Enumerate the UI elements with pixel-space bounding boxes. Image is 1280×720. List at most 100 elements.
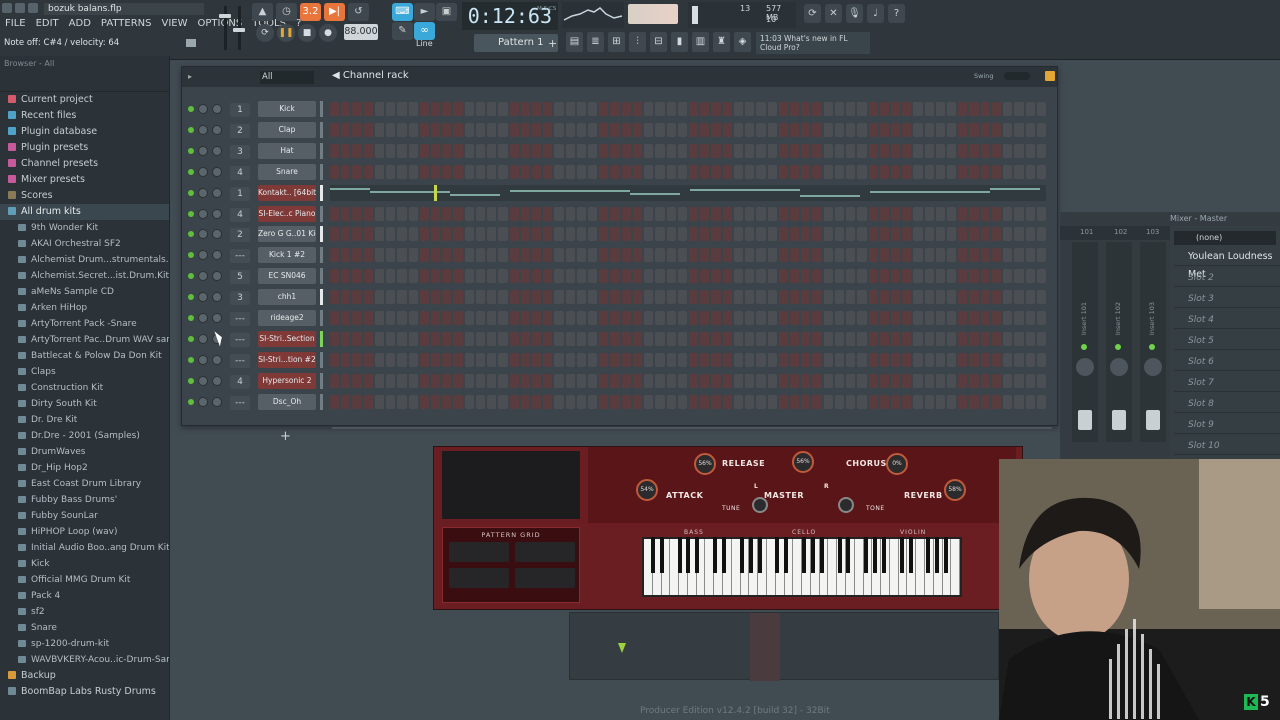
step-button[interactable] <box>857 373 867 388</box>
step-button[interactable] <box>509 143 519 158</box>
step-button[interactable] <box>1003 164 1013 179</box>
black-key[interactable] <box>926 537 931 573</box>
step-button[interactable] <box>666 227 676 242</box>
step-button[interactable] <box>621 122 631 137</box>
step-button[interactable] <box>846 352 856 367</box>
channel-name-button[interactable]: SI-Stri..Section <box>258 330 316 347</box>
step-button[interactable] <box>599 394 609 409</box>
step-button[interactable] <box>846 311 856 325</box>
step-button[interactable] <box>980 102 990 116</box>
wait-record-icon[interactable]: 3.2 <box>300 3 321 21</box>
step-button[interactable] <box>330 164 340 179</box>
step-button[interactable] <box>621 394 631 409</box>
step-button[interactable] <box>1014 394 1024 409</box>
step-button[interactable] <box>352 394 362 409</box>
step-button[interactable] <box>924 269 934 284</box>
step-button[interactable] <box>554 290 564 305</box>
drum-kit-folder[interactable]: Pack 4 <box>0 588 169 604</box>
step-button[interactable] <box>363 102 373 116</box>
step-button[interactable] <box>588 164 598 179</box>
step-button[interactable] <box>531 331 542 346</box>
channel-name-button[interactable]: SI-Stri...tion #2 <box>258 351 316 368</box>
step-button[interactable] <box>531 102 542 116</box>
step-button[interactable] <box>588 143 598 158</box>
step-button[interactable] <box>745 394 755 409</box>
step-button[interactable] <box>464 269 474 284</box>
black-key[interactable] <box>935 537 940 573</box>
step-button[interactable] <box>487 206 497 221</box>
step-button[interactable] <box>610 352 620 367</box>
step-button[interactable] <box>846 206 856 221</box>
channel-name-button[interactable]: Dsc_Oh <box>258 393 316 410</box>
menu-icon[interactable] <box>28 3 38 13</box>
step-button[interactable] <box>700 143 710 158</box>
step-button[interactable] <box>902 331 912 346</box>
step-button[interactable] <box>509 102 519 116</box>
step-button[interactable] <box>935 164 946 179</box>
step-button[interactable] <box>576 311 587 325</box>
step-button[interactable] <box>565 227 575 242</box>
step-button[interactable] <box>374 227 385 242</box>
step-button[interactable] <box>733 248 744 263</box>
step-button[interactable] <box>812 352 822 367</box>
channel-name-button[interactable]: Zero G G..01 Kick <box>258 226 316 243</box>
step-button[interactable] <box>464 143 474 158</box>
loop-icon[interactable]: ⟳ <box>256 24 274 42</box>
mixer-track-number[interactable]: 1 <box>230 186 250 201</box>
step-button[interactable] <box>386 248 396 263</box>
fx-slot-empty[interactable]: Slot 7 <box>1174 374 1280 392</box>
pattern-pad-3[interactable] <box>449 568 509 588</box>
channel-row[interactable]: --- Kick 1 #2 <box>188 246 1053 265</box>
step-button[interactable] <box>958 122 968 137</box>
step-button[interactable] <box>700 394 710 409</box>
step-button[interactable] <box>689 227 699 242</box>
step-button[interactable] <box>991 206 1002 221</box>
step-button[interactable] <box>812 269 822 284</box>
step-button[interactable] <box>565 352 575 367</box>
step-button[interactable] <box>879 394 889 409</box>
step-button[interactable] <box>733 206 744 221</box>
step-button[interactable] <box>1025 352 1035 367</box>
step-button[interactable] <box>374 269 385 284</box>
step-button[interactable] <box>666 122 676 137</box>
step-button[interactable] <box>430 227 441 242</box>
step-button[interactable] <box>745 102 755 116</box>
step-button[interactable] <box>756 122 766 137</box>
step-button[interactable] <box>677 164 687 179</box>
step-button[interactable] <box>419 122 429 137</box>
step-button[interactable] <box>778 227 788 242</box>
menu-edit[interactable]: EDIT <box>31 17 64 31</box>
step-button[interactable] <box>689 206 699 221</box>
step-button[interactable] <box>1014 373 1024 388</box>
step-button[interactable] <box>341 206 351 221</box>
step-button[interactable] <box>397 373 407 388</box>
step-button[interactable] <box>341 122 351 137</box>
step-button[interactable] <box>890 311 901 325</box>
step-button[interactable] <box>576 122 587 137</box>
step-button[interactable] <box>868 311 878 325</box>
step-button[interactable] <box>430 311 441 325</box>
step-button[interactable] <box>801 290 811 305</box>
step-button[interactable] <box>677 248 687 263</box>
step-button[interactable] <box>554 102 564 116</box>
step-button[interactable] <box>947 373 957 388</box>
step-button[interactable] <box>745 311 755 325</box>
black-key[interactable] <box>802 537 806 573</box>
step-button[interactable] <box>430 248 441 263</box>
help-icon[interactable]: ? <box>888 4 905 23</box>
step-button[interactable] <box>621 373 631 388</box>
swing-slider[interactable] <box>1004 72 1030 80</box>
step-button[interactable] <box>352 311 362 325</box>
channel-mute-led[interactable] <box>188 315 194 321</box>
step-button[interactable] <box>588 227 598 242</box>
black-key[interactable] <box>739 537 744 573</box>
channel-pan-knob[interactable] <box>198 124 208 135</box>
step-button[interactable] <box>980 352 990 367</box>
step-button[interactable] <box>509 206 519 221</box>
reverb-knob[interactable]: 58% <box>944 479 966 501</box>
step-button[interactable] <box>1036 311 1046 325</box>
step-button[interactable] <box>621 290 631 305</box>
channel-select-bar[interactable] <box>320 351 323 368</box>
step-button[interactable] <box>430 143 441 158</box>
step-button[interactable] <box>857 269 867 284</box>
